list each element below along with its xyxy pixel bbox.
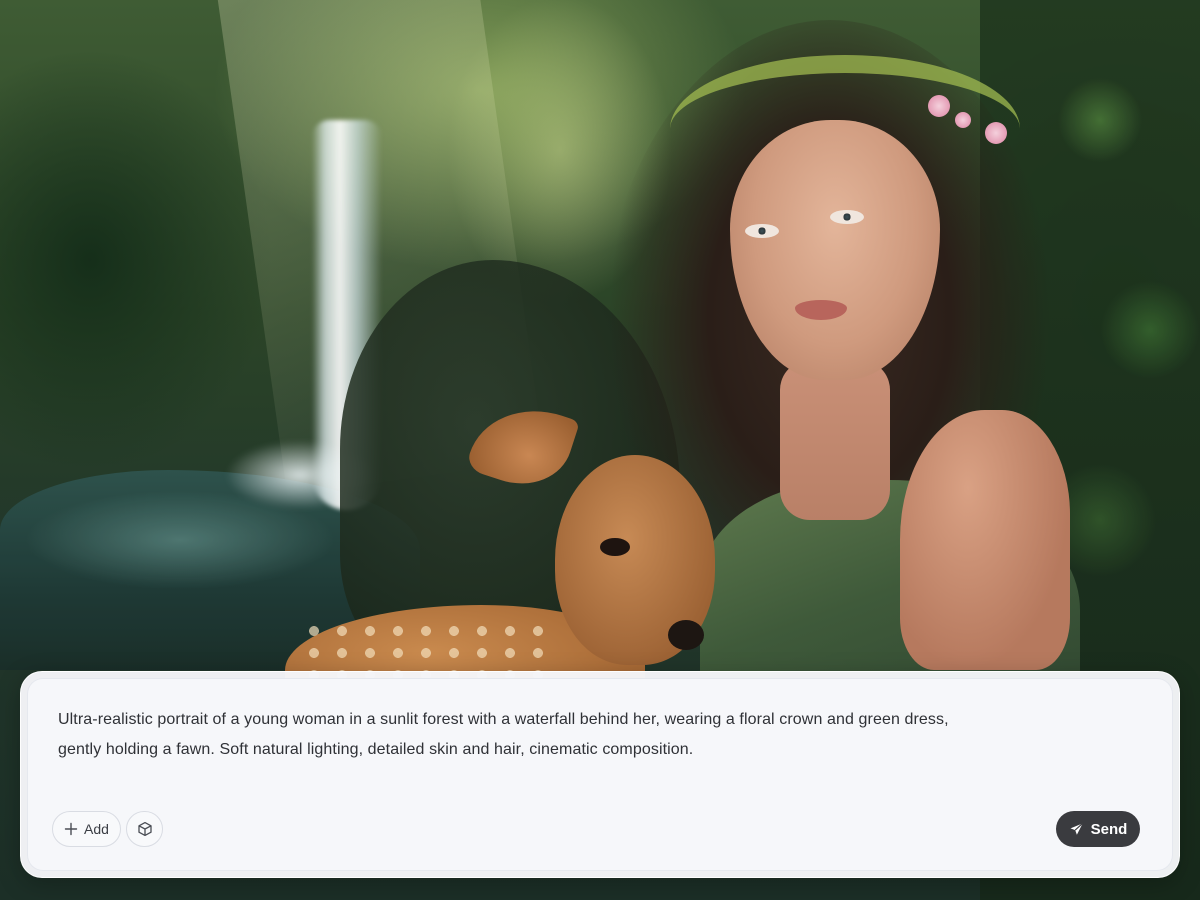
fawn-nose [668, 620, 704, 650]
woman-neck [780, 360, 890, 520]
cube-icon [137, 821, 153, 837]
send-button[interactable]: Send [1056, 811, 1140, 847]
prompt-line-2: gently holding a fawn. Soft natural ligh… [58, 741, 694, 758]
add-button-label: Add [84, 821, 109, 837]
woman-eye-right [830, 210, 864, 224]
crown-flower [985, 122, 1007, 144]
crown-flower [928, 95, 950, 117]
prompt-composer: Ultra-realistic portrait of a young woma… [20, 671, 1180, 878]
model-select-button[interactable] [126, 811, 163, 847]
woman-shoulder [900, 410, 1070, 670]
plus-icon [64, 822, 78, 836]
floral-crown [670, 55, 1020, 203]
crown-flower [955, 112, 971, 128]
prompt-line-1: Ultra-realistic portrait of a young woma… [58, 711, 949, 728]
send-button-label: Send [1090, 820, 1128, 838]
woman-eye-left [745, 224, 779, 238]
add-button[interactable]: Add [52, 811, 121, 847]
fawn-eye [600, 538, 630, 556]
paper-plane-icon [1069, 822, 1084, 837]
prompt-input[interactable]: Ultra-realistic portrait of a young woma… [58, 705, 1018, 765]
app-window: Ultra-realistic portrait of a young woma… [0, 0, 1200, 900]
